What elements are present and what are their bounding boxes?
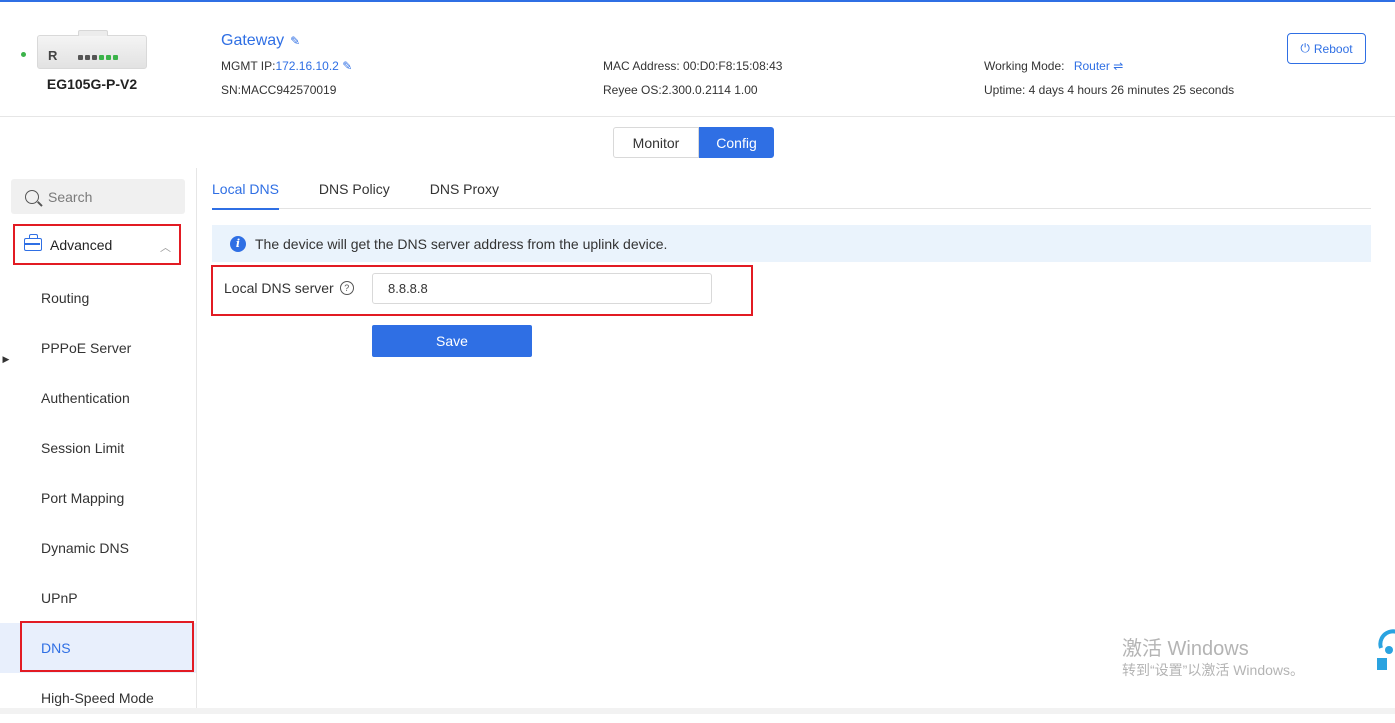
collapse-sidebar-icon[interactable]: ▶ <box>0 344 12 374</box>
tab-dns-policy[interactable]: DNS Policy <box>319 168 390 209</box>
tab-dns-proxy[interactable]: DNS Proxy <box>430 168 499 209</box>
mode-toggle: Monitor Config <box>613 127 774 158</box>
port-led <box>85 55 90 60</box>
tab-local-dns[interactable]: Local DNS <box>212 168 279 210</box>
sidebar: Advanced ︿ Routing PPPoE Server Authenti… <box>0 168 197 714</box>
working-mode: Working Mode: Router ⇌ <box>984 59 1123 73</box>
port-led <box>99 55 104 60</box>
dns-highlight-box <box>20 621 194 672</box>
sidebar-group-label: Advanced <box>50 236 113 253</box>
search-input[interactable] <box>48 188 168 205</box>
mgmt-ip-value[interactable]: 172.16.10.2 <box>275 59 338 73</box>
chevron-up-icon[interactable]: ︿ <box>160 239 171 255</box>
search-icon <box>25 189 39 204</box>
config-button[interactable]: Config <box>699 127 774 158</box>
sidebar-item-routing[interactable]: Routing <box>0 273 196 323</box>
device-logo: R <box>48 48 58 63</box>
device-cap <box>78 30 108 36</box>
save-button[interactable]: Save <box>372 325 532 357</box>
mgmt-ip: MGMT IP:172.16.10.2 ✎ <box>221 59 352 73</box>
port-led <box>78 55 83 60</box>
sidebar-item-high-speed-mode[interactable]: High-Speed Mode <box>0 673 196 723</box>
device-model: EG105G-P-V2 <box>46 76 138 92</box>
info-icon: i <box>230 235 246 252</box>
port-led <box>92 55 97 60</box>
windows-activation-title: 激活 Windows <box>1122 638 1249 660</box>
sidebar-item-port-mapping[interactable]: Port Mapping <box>0 473 196 523</box>
sidebar-item-authentication[interactable]: Authentication <box>0 373 196 423</box>
bottom-strip <box>0 708 1395 714</box>
monitor-button[interactable]: Monitor <box>613 127 699 158</box>
edit-ip-icon[interactable]: ✎ <box>342 59 352 73</box>
help-icon[interactable]: ? <box>339 281 354 295</box>
sidebar-item-upnp[interactable]: UPnP <box>0 573 196 623</box>
windows-activation-hint: 转到“设置”以激活 Windows。 <box>1122 662 1305 678</box>
briefcase-icon <box>24 234 42 251</box>
info-alert: i The device will get the DNS server add… <box>212 225 1371 262</box>
sidebar-item-session-limit[interactable]: Session Limit <box>0 423 196 473</box>
sidebar-item-dynamic-dns[interactable]: Dynamic DNS <box>0 523 196 573</box>
local-dns-input[interactable] <box>372 273 712 304</box>
sidebar-group-advanced[interactable]: Advanced ︿ <box>13 224 181 265</box>
local-dns-label-text: Local DNS server <box>224 280 334 296</box>
edit-name-icon[interactable]: ✎ <box>290 34 300 48</box>
local-dns-label: Local DNS server ? <box>224 280 354 296</box>
uptime: Uptime: 4 days 4 hours 26 minutes 25 sec… <box>984 83 1235 97</box>
serial-number: SN:MACC942570019 <box>221 83 337 97</box>
reboot-button[interactable]: ⏻ Reboot <box>1287 33 1366 64</box>
alert-text: The device will get the DNS server addre… <box>255 235 668 252</box>
device-image: R <box>37 30 147 69</box>
os-version: Reyee OS:2.300.0.2114 1.00 <box>603 83 758 97</box>
device-name[interactable]: Gateway ✎ <box>221 32 300 50</box>
port-led <box>113 55 118 60</box>
search-box[interactable] <box>11 179 185 214</box>
mac-address: MAC Address: 00:D0:F8:15:08:43 <box>603 59 783 73</box>
assistant-icon[interactable] <box>1375 626 1395 672</box>
sidebar-item-pppoe-server[interactable]: PPPoE Server <box>0 323 196 373</box>
power-icon: ⏻ <box>1300 41 1310 55</box>
dns-tabs: Local DNS DNS Policy DNS Proxy <box>212 168 1371 210</box>
device-name-text[interactable]: Gateway <box>221 32 284 50</box>
working-mode-value[interactable]: Router <box>1074 59 1110 73</box>
device-ports <box>78 55 118 60</box>
port-led <box>106 55 111 60</box>
reboot-label: Reboot <box>1313 41 1353 56</box>
switch-mode-icon[interactable]: ⇌ <box>1113 59 1123 73</box>
online-status-dot <box>21 52 26 57</box>
mgmt-ip-label: MGMT IP: <box>221 59 276 73</box>
working-mode-label: Working Mode: <box>984 59 1065 73</box>
device-header: R EG105G-P-V2 Gateway ✎ MGMT IP:172.16.1… <box>0 2 1395 117</box>
